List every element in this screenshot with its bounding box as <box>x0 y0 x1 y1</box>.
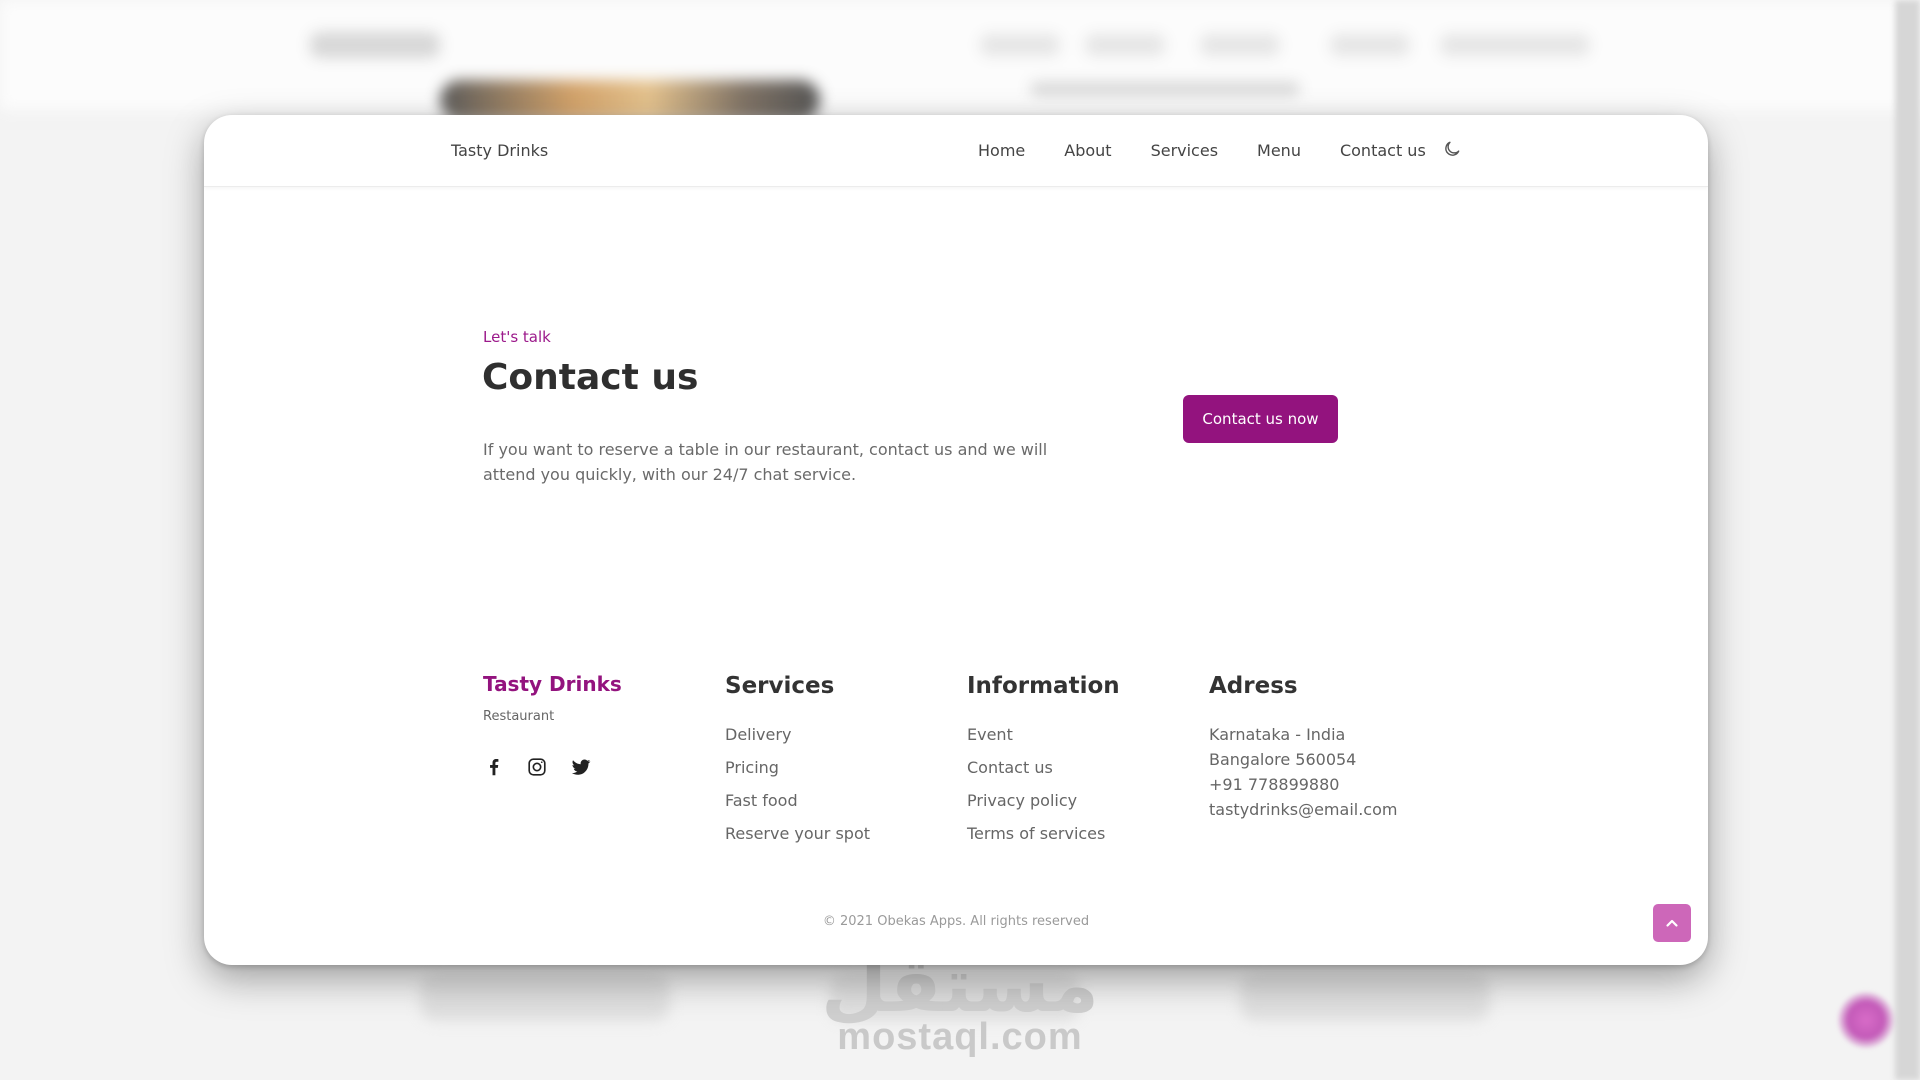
footer-link-fast-food[interactable]: Fast food <box>725 791 870 824</box>
moon-icon[interactable] <box>1442 139 1462 159</box>
background-scrollbar <box>1895 0 1920 1080</box>
background-nav-item <box>1330 34 1410 56</box>
copyright-text: © 2021 Obekas Apps. All rights reserved <box>822 914 1090 929</box>
nav-link-services[interactable]: Services <box>1151 141 1218 160</box>
watermark-domain: mostaql.com <box>837 1016 1083 1058</box>
footer-information-list: Event Contact us Privacy policy Terms of… <box>967 725 1105 857</box>
background-text-line <box>1030 82 1300 96</box>
address-email: tastydrinks@email.com <box>1209 800 1398 819</box>
nav-link-about[interactable]: About <box>1064 141 1111 160</box>
page-title: Contact us <box>482 357 699 398</box>
navbar-links: Home About Services Menu Contact us <box>978 141 1426 160</box>
background-header <box>0 0 1920 110</box>
footer-subtitle: Restaurant <box>483 709 555 724</box>
address-region: Karnataka - India <box>1209 725 1346 744</box>
footer-services-list: Delivery Pricing Fast food Reserve your … <box>725 725 870 857</box>
footer-link-reserve-spot[interactable]: Reserve your spot <box>725 824 870 857</box>
facebook-icon[interactable] <box>483 756 505 778</box>
footer-link-delivery[interactable]: Delivery <box>725 725 870 758</box>
background-nav-item <box>980 34 1060 56</box>
nav-link-contact[interactable]: Contact us <box>1340 141 1426 160</box>
address-phone: +91 778899880 <box>1209 775 1340 794</box>
section-description: If you want to reserve a table in our re… <box>483 440 1048 484</box>
background-nav-item <box>1085 34 1165 56</box>
website-preview-card: Tasty Drinks Home About Services Menu Co… <box>204 115 1708 965</box>
background-nav-item <box>1440 34 1590 56</box>
footer-link-privacy[interactable]: Privacy policy <box>967 791 1105 824</box>
scroll-to-top-button[interactable] <box>1653 904 1691 942</box>
nav-link-menu[interactable]: Menu <box>1257 141 1301 160</box>
chevron-up-icon <box>1666 919 1678 927</box>
footer-address-heading: Adress <box>1209 673 1298 699</box>
footer-address-list: Karnataka - India Bangalore 560054 +91 7… <box>1209 725 1397 825</box>
footer-information-heading: Information <box>967 673 1120 699</box>
section-eyebrow: Let's talk <box>483 328 551 346</box>
address-city: Bangalore 560054 <box>1209 750 1357 769</box>
contact-us-now-button[interactable]: Contact us now <box>1183 395 1338 443</box>
nav-link-home[interactable]: Home <box>978 141 1025 160</box>
footer-services-heading: Services <box>725 673 835 699</box>
navbar-brand[interactable]: Tasty Drinks <box>451 141 548 160</box>
top-navbar: Tasty Drinks Home About Services Menu Co… <box>204 115 1708 187</box>
footer-link-terms[interactable]: Terms of services <box>967 824 1105 857</box>
twitter-icon[interactable] <box>570 756 592 778</box>
footer-link-pricing[interactable]: Pricing <box>725 758 870 791</box>
instagram-icon[interactable] <box>526 756 548 778</box>
footer-link-event[interactable]: Event <box>967 725 1105 758</box>
background-logo <box>310 32 440 58</box>
footer-brand: Tasty Drinks <box>483 672 622 696</box>
footer-link-contact[interactable]: Contact us <box>967 758 1105 791</box>
background-nav-item <box>1200 34 1280 56</box>
background-hero-image <box>440 80 820 120</box>
